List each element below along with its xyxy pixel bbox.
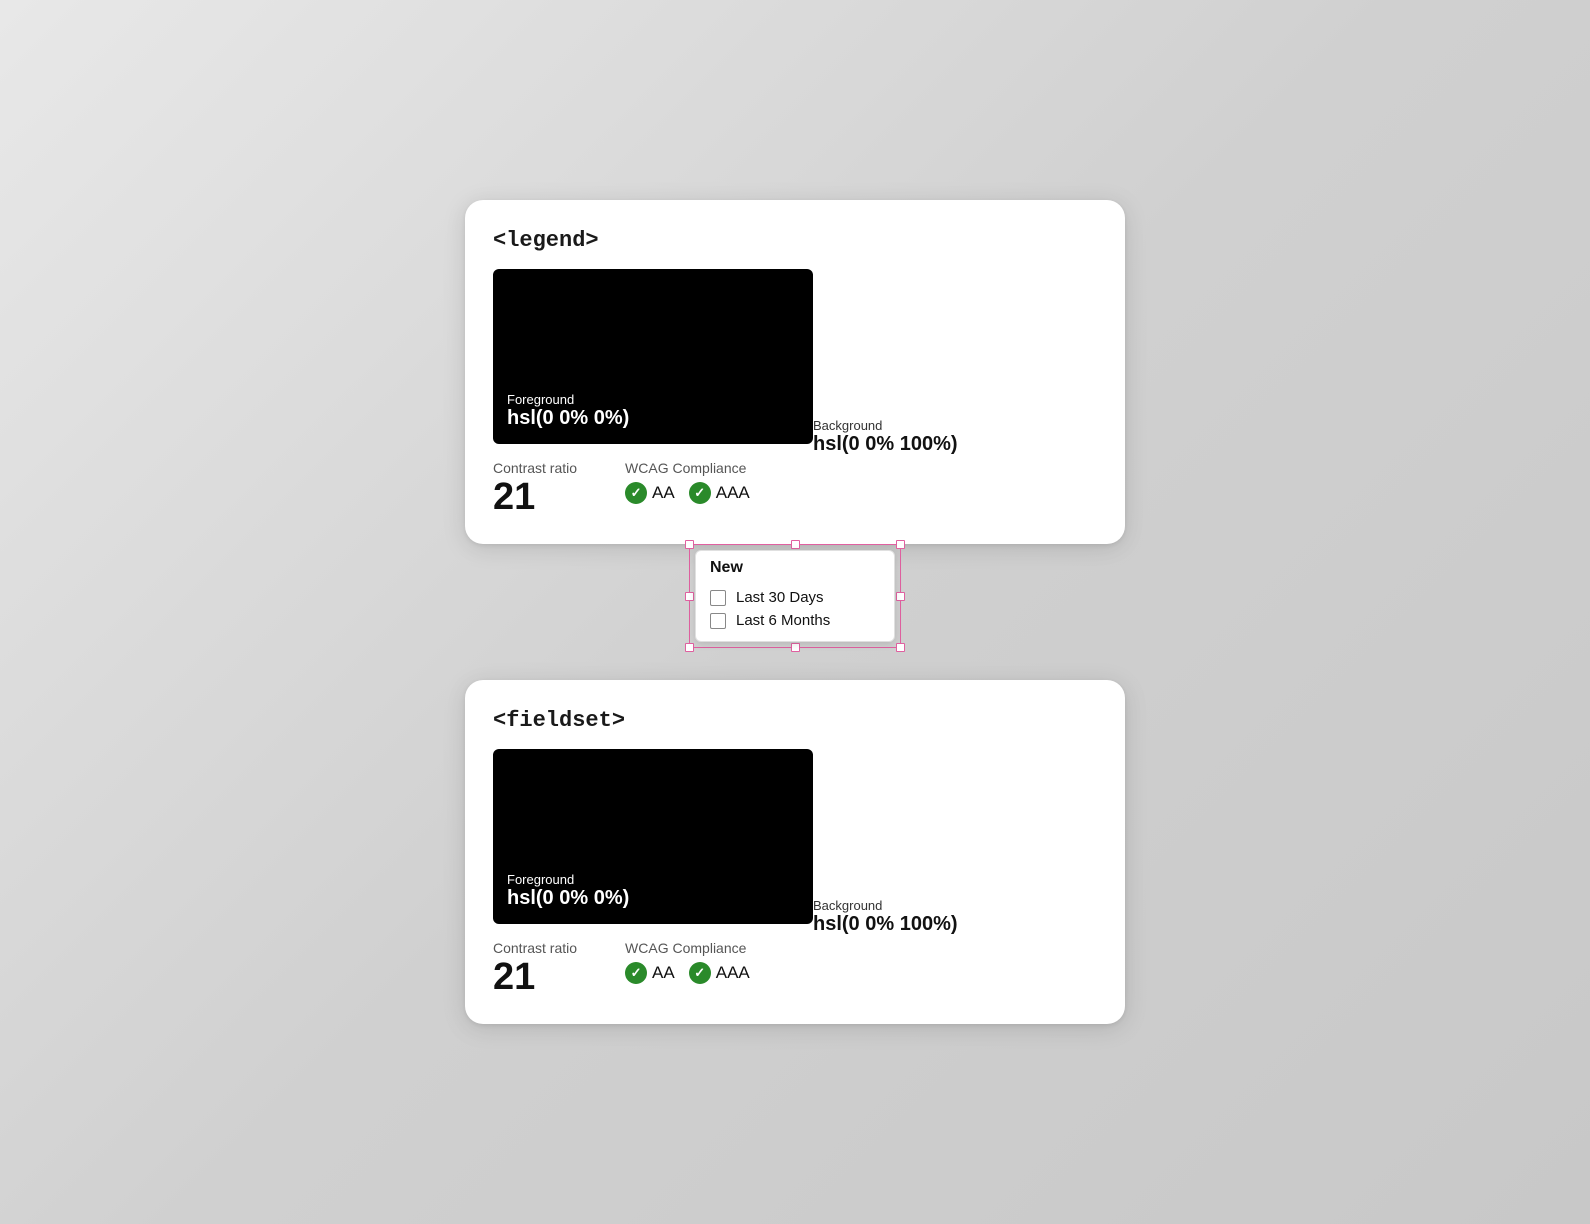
legend-fg-label-inside: Foreground [507,392,799,407]
legend-bg-info: Background hsl(0 0% 100%) [813,269,958,460]
popup-box: New Last 30 Days Last 6 Months [695,550,895,642]
popup-item-0[interactable]: Last 30 Days [710,589,880,606]
handle-bl[interactable] [685,643,694,652]
legend-aa-check-icon: ✓ [625,482,647,504]
legend-card: <legend> Foreground hsl(0 0% 0%) Backgro… [465,200,1125,544]
fieldset-contrast-value: 21 [493,958,577,996]
legend-card-title: <legend> [493,228,1097,253]
legend-preview-area: Foreground hsl(0 0% 0%) [493,269,813,460]
fieldset-wcag-badges: ✓ AA ✓ AAA [625,962,750,984]
fieldset-color-preview: Foreground hsl(0 0% 0%) [493,749,813,924]
legend-fg-value-inside: hsl(0 0% 0%) [507,407,799,430]
fieldset-top-section: Foreground hsl(0 0% 0%) Background hsl(0… [493,749,1097,940]
handle-tr[interactable] [896,540,905,549]
fieldset-bg-label: Background [813,898,958,913]
legend-top-section: Foreground hsl(0 0% 0%) Background hsl(0… [493,269,1097,460]
legend-info-row: Contrast ratio 21 WCAG Compliance ✓ AA [493,460,1097,516]
handle-tl[interactable] [685,540,694,549]
fieldset-card: <fieldset> Foreground hsl(0 0% 0%) Backg… [465,680,1125,1024]
legend-contrast-value: 21 [493,478,577,516]
fieldset-wcag-aaa-badge: ✓ AAA [689,962,750,984]
fieldset-preview-area: Foreground hsl(0 0% 0%) [493,749,813,940]
fieldset-fg-label-inside: Foreground [507,872,799,887]
legend-wcag-aaa-badge: ✓ AAA [689,482,750,504]
main-container: <legend> Foreground hsl(0 0% 0%) Backgro… [465,200,1125,1024]
fieldset-info-row: Contrast ratio 21 WCAG Compliance ✓ AA [493,940,1097,996]
popup-overlay: New Last 30 Days Last 6 Months [695,550,895,642]
popup-checkbox-1[interactable] [710,613,726,629]
legend-wcag-section: WCAG Compliance ✓ AA ✓ AAA [625,460,750,504]
handle-mr[interactable] [896,592,905,601]
fieldset-bg-info: Background hsl(0 0% 100%) [813,749,958,940]
legend-bg-value: hsl(0 0% 100%) [813,433,958,456]
popup-item-label-0: Last 30 Days [736,589,824,606]
legend-wcag-aa-badge: ✓ AA [625,482,675,504]
fieldset-contrast-section: Contrast ratio 21 [493,940,577,996]
legend-aa-label: AA [652,483,675,503]
fieldset-aa-label: AA [652,963,675,983]
popup-item-1[interactable]: Last 6 Months [710,612,880,629]
fieldset-bg-value: hsl(0 0% 100%) [813,913,958,936]
fieldset-fg-value-inside: hsl(0 0% 0%) [507,887,799,910]
fieldset-wcag-section: WCAG Compliance ✓ AA ✓ AAA [625,940,750,984]
handle-ml[interactable] [685,592,694,601]
popup-checkbox-0[interactable] [710,590,726,606]
handle-br[interactable] [896,643,905,652]
legend-contrast-label: Contrast ratio [493,460,577,476]
fieldset-wcag-aa-badge: ✓ AA [625,962,675,984]
fieldset-contrast-label: Contrast ratio [493,940,577,956]
popup-title: New [710,559,880,581]
handle-tm[interactable] [791,540,800,549]
popup-wrapper: New Last 30 Days Last 6 Months [695,550,895,642]
legend-aaa-check-icon: ✓ [689,482,711,504]
fieldset-aaa-label: AAA [716,963,750,983]
legend-aaa-label: AAA [716,483,750,503]
fieldset-aaa-check-icon: ✓ [689,962,711,984]
legend-contrast-section: Contrast ratio 21 [493,460,577,516]
legend-bg-label: Background [813,418,958,433]
legend-wcag-badges: ✓ AA ✓ AAA [625,482,750,504]
fieldset-wcag-label: WCAG Compliance [625,940,750,956]
handle-bm[interactable] [791,643,800,652]
legend-wcag-label: WCAG Compliance [625,460,750,476]
cards-wrapper: <legend> Foreground hsl(0 0% 0%) Backgro… [465,200,1125,1024]
fieldset-card-title: <fieldset> [493,708,1097,733]
popup-item-label-1: Last 6 Months [736,612,830,629]
legend-color-preview: Foreground hsl(0 0% 0%) [493,269,813,444]
fieldset-aa-check-icon: ✓ [625,962,647,984]
